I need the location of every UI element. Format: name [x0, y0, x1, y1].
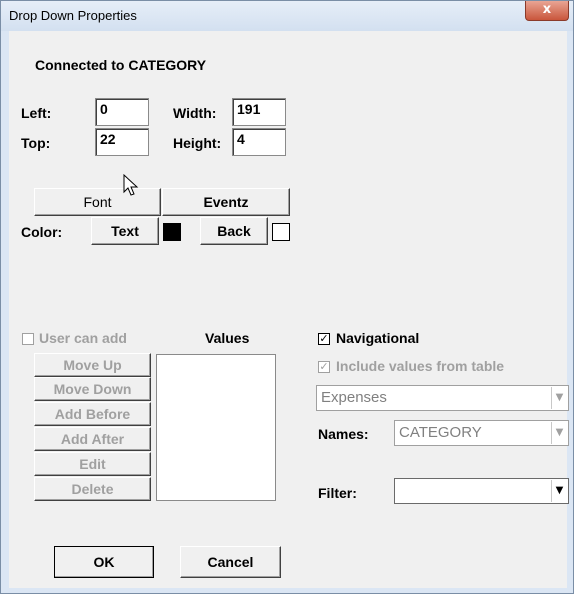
names-select[interactable]: CATEGORY ▼	[394, 420, 569, 446]
dropdown-arrow-icon[interactable]: ▼	[551, 387, 567, 409]
names-select-value: CATEGORY	[399, 424, 482, 441]
back-color-button[interactable]: Back	[200, 217, 268, 245]
add-before-button[interactable]: Add Before	[34, 402, 151, 426]
move-down-button[interactable]: Move Down	[34, 377, 151, 401]
include-values-label: Include values from table	[336, 358, 505, 374]
table-select[interactable]: Expenses ▼	[316, 385, 569, 411]
left-label: Left:	[21, 105, 52, 121]
close-button[interactable]: x	[525, 1, 569, 21]
dialog-window: Drop Down Properties x Connected to CATE…	[0, 0, 574, 594]
color-label: Color:	[21, 224, 63, 240]
font-button[interactable]: Font	[34, 188, 161, 216]
mouse-pointer-icon	[123, 174, 139, 196]
values-listbox[interactable]	[156, 354, 276, 501]
table-select-value: Expenses	[321, 389, 387, 406]
text-color-button[interactable]: Text	[91, 217, 159, 245]
move-up-button[interactable]: Move Up	[34, 353, 151, 377]
add-after-button[interactable]: Add After	[34, 427, 151, 451]
filter-label: Filter:	[318, 485, 357, 501]
window-title: Drop Down Properties	[9, 8, 137, 23]
dropdown-arrow-icon[interactable]: ▼	[551, 422, 567, 444]
edit-button[interactable]: Edit	[34, 452, 151, 476]
ok-button[interactable]: OK	[54, 546, 154, 578]
cancel-button[interactable]: Cancel	[180, 546, 281, 578]
checkmark-icon: ✓	[319, 360, 329, 373]
top-input[interactable]: 22	[95, 128, 149, 156]
values-label: Values	[205, 330, 250, 346]
user-can-add-checkbox[interactable]	[22, 333, 34, 345]
delete-button[interactable]: Delete	[34, 477, 151, 501]
height-input[interactable]: 4	[232, 128, 286, 156]
title-bar[interactable]: Drop Down Properties x	[1, 1, 573, 31]
close-icon: x	[542, 2, 552, 17]
height-label: Height:	[173, 135, 222, 151]
width-input[interactable]: 191	[232, 98, 286, 126]
text-color-swatch[interactable]	[163, 223, 181, 241]
filter-select[interactable]: ▼	[394, 478, 569, 504]
width-label: Width:	[173, 105, 217, 121]
dropdown-arrow-icon[interactable]: ▼	[551, 480, 567, 502]
checkmark-icon: ✓	[319, 332, 329, 345]
left-input[interactable]: 0	[95, 98, 149, 126]
navigational-checkbox[interactable]: ✓	[318, 333, 330, 345]
connected-to-label: Connected to CATEGORY	[35, 57, 207, 73]
navigational-label: Navigational	[336, 330, 420, 346]
events-button[interactable]: Eventz	[162, 188, 290, 216]
back-color-swatch[interactable]	[272, 223, 290, 241]
names-label: Names:	[318, 426, 369, 442]
top-label: Top:	[21, 135, 51, 151]
dialog-client-area: Connected to CATEGORY Left: 0 Width: 191…	[9, 31, 569, 588]
user-can-add-label: User can add	[39, 330, 127, 346]
include-values-checkbox[interactable]: ✓	[318, 361, 330, 373]
